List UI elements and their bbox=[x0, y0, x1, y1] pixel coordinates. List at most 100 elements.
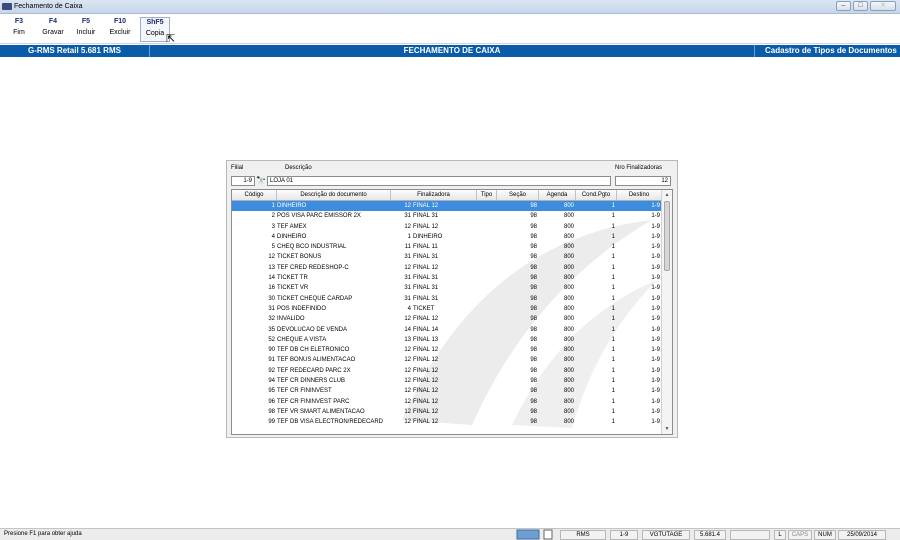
cell-tipo bbox=[477, 407, 497, 417]
descricao-field[interactable]: LOJA 01 bbox=[267, 176, 611, 186]
table-row[interactable]: 4 DINHEIRO 1 DINHEIRO 98 800 1 1-9 bbox=[232, 232, 662, 242]
maximize-button[interactable]: □ bbox=[853, 1, 868, 11]
app-name: G-RMS Retail 5.681 RMS bbox=[0, 45, 150, 57]
filial-field[interactable]: 1-9 bbox=[231, 176, 255, 186]
cell-codigo: 98 bbox=[268, 408, 275, 415]
status-empty bbox=[730, 530, 770, 540]
cell-secao: 98 bbox=[530, 367, 537, 374]
close-button[interactable]: ✕ bbox=[870, 1, 896, 11]
table-row[interactable]: 32 INVALIDO 12 FINAL 12 98 800 1 1-9 bbox=[232, 314, 662, 324]
cell-cond-pgto: 1 bbox=[611, 388, 615, 395]
table-row[interactable]: 91 TEF BONUS ALIMENTACAO 12 FINAL 12 98 800 1 1… bbox=[232, 355, 662, 365]
col-destino[interactable]: Destino bbox=[617, 190, 662, 200]
cell-fin-name: FINAL 12 bbox=[413, 223, 439, 230]
cell-fin-num: 31 bbox=[404, 295, 411, 302]
col-cond-pgto[interactable]: Cond.Pgto bbox=[576, 190, 617, 200]
table-row[interactable]: 3 TEF AMEX 12 FINAL 12 98 800 1 1-9 bbox=[232, 222, 662, 232]
table-row[interactable]: 12 TICKET BONUS 31 FINAL 31 98 800 1 1-9 bbox=[232, 252, 662, 262]
table-row[interactable]: 31 POS INDEFINIDO 4 TICKET 98 800 1 1-9 bbox=[232, 304, 662, 314]
cell-codigo: 16 bbox=[268, 285, 275, 292]
scroll-up-icon[interactable]: ▲ bbox=[662, 190, 672, 200]
table-row[interactable]: 13 TEF CRED REDESHOP-C 12 FINAL 12 98 800 1 1-9 bbox=[232, 263, 662, 273]
scroll-down-icon[interactable]: ▼ bbox=[662, 424, 672, 434]
col-descricao[interactable]: Descrição do documento bbox=[277, 190, 391, 200]
cell-cond-pgto: 1 bbox=[611, 244, 615, 251]
cell-fin-num: 12 bbox=[404, 357, 411, 364]
cell-tipo bbox=[477, 376, 497, 386]
minimize-button[interactable]: – bbox=[836, 1, 851, 11]
status-date: 25/09/2014 bbox=[838, 530, 886, 540]
cell-descricao: TEF CR FININVEST PARC bbox=[277, 398, 350, 405]
table-row[interactable]: 90 TEF DB CH ELETRONICO 12 FINAL 12 98 800 1 1-… bbox=[232, 345, 662, 355]
cell-finalizadora: 12 FINAL 12 bbox=[391, 222, 477, 232]
cell-cond-pgto: 1 bbox=[611, 264, 615, 271]
cell-agenda: 800 bbox=[563, 398, 574, 405]
documents-grid[interactable]: Código Descrição do documento Finalizado… bbox=[231, 189, 673, 435]
nro-finalizadoras-field[interactable]: 12 bbox=[615, 176, 671, 186]
col-secao[interactable]: Seção bbox=[497, 190, 539, 200]
table-row[interactable]: 99 TEF DB VISA ELECTRON/REDECARD 12 FINAL 1… bbox=[232, 417, 662, 427]
cell-tipo bbox=[477, 232, 497, 242]
status-bar: Presione F1 para obter ajuda RMS 1-9 VGT… bbox=[0, 528, 900, 540]
cell-secao: 98 bbox=[530, 388, 537, 395]
descricao-label: Descrição bbox=[285, 165, 312, 171]
table-row[interactable]: 2 POS VISA PARC EMISSOR 2X 31 FINAL 31 98 800… bbox=[232, 211, 662, 221]
cell-destino: 1-9 bbox=[651, 213, 660, 220]
cursor-arrow-icon: ⇱ bbox=[166, 33, 176, 45]
table-row[interactable]: 95 TEF CR FININVEST 12 FINAL 12 98 800 1 1-9 bbox=[232, 386, 662, 396]
copia-key: ShF5 bbox=[146, 19, 164, 26]
app-icon bbox=[2, 3, 12, 10]
cell-codigo: 3 bbox=[271, 223, 275, 230]
table-row[interactable]: 94 TEF CR DINNERS CLUB 12 FINAL 12 98 800 1 1-9 bbox=[232, 376, 662, 386]
cell-codigo: 1 bbox=[271, 203, 275, 209]
excluir-button[interactable]: F10 Excluir bbox=[106, 18, 134, 36]
cell-fin-name: FINAL 31 bbox=[413, 285, 439, 292]
col-codigo[interactable]: Código bbox=[232, 190, 277, 200]
scrollbar-thumb[interactable] bbox=[664, 201, 670, 271]
col-agenda[interactable]: Agenda bbox=[539, 190, 576, 200]
copia-label: Copia bbox=[145, 30, 165, 37]
table-row[interactable]: 5 CHEQ BCO INDUSTRIAL 11 FINAL 11 98 800 1 1-9 bbox=[232, 242, 662, 252]
main-panel: Filial Descrição Nro Finalizadoras 1-9 🔭… bbox=[226, 160, 678, 438]
cell-codigo: 90 bbox=[268, 347, 275, 354]
cell-destino: 1-9 bbox=[651, 233, 660, 240]
binoculars-icon[interactable]: 🔭 bbox=[256, 176, 266, 186]
cell-fin-num: 1 bbox=[407, 233, 411, 240]
table-row[interactable]: 92 TEF REDECARD PARC 2X 12 FINAL 12 98 800 1 1-… bbox=[232, 366, 662, 376]
cell-cond-pgto: 1 bbox=[611, 316, 615, 323]
cell-finalizadora: 12 FINAL 12 bbox=[391, 263, 477, 273]
cell-finalizadora: 11 FINAL 11 bbox=[391, 242, 477, 252]
table-row[interactable]: 52 CHEQUE A VISTA 13 FINAL 13 98 800 1 1-9 bbox=[232, 335, 662, 345]
cell-descricao: CHEQUE A VISTA bbox=[277, 336, 327, 343]
table-row[interactable]: 98 TEF VR SMART ALIMENTACAO 12 FINAL 12 98 80… bbox=[232, 407, 662, 417]
cell-fin-name: FINAL 12 bbox=[413, 203, 439, 209]
cell-tipo bbox=[477, 201, 497, 211]
cell-fin-num: 12 bbox=[404, 347, 411, 354]
cell-fin-num: 4 bbox=[407, 305, 411, 312]
col-finalizadora[interactable]: Finalizadora bbox=[391, 190, 477, 200]
vertical-scrollbar[interactable]: ▲ ▼ bbox=[661, 190, 672, 434]
cell-finalizadora: 12 FINAL 12 bbox=[391, 355, 477, 365]
cell-destino: 1-9 bbox=[651, 223, 660, 230]
incluir-button[interactable]: F5 Incluir bbox=[72, 18, 100, 36]
cell-codigo: 91 bbox=[268, 357, 275, 364]
cell-agenda: 800 bbox=[563, 244, 574, 251]
table-row[interactable]: 14 TICKET TR 31 FINAL 31 98 800 1 1-9 bbox=[232, 273, 662, 283]
cell-fin-num: 12 bbox=[404, 388, 411, 395]
table-row[interactable]: 16 TICKET VR 31 FINAL 31 98 800 1 1-9 bbox=[232, 283, 662, 293]
cell-agenda: 800 bbox=[563, 347, 574, 354]
gravar-button[interactable]: F4 Gravar bbox=[38, 18, 68, 36]
cell-descricao: TEF CRED REDESHOP-C bbox=[277, 264, 349, 271]
col-tipo[interactable]: Tipo bbox=[477, 190, 497, 200]
cell-finalizadora: 12 FINAL 12 bbox=[391, 397, 477, 407]
cell-cond-pgto: 1 bbox=[611, 357, 615, 364]
status-caps: CAPS bbox=[788, 530, 812, 540]
table-row[interactable]: 1 DINHEIRO 12 FINAL 12 98 800 1 1-9 bbox=[232, 201, 662, 212]
table-row[interactable]: 35 DEVOLUCAO DE VENDA 14 FINAL 14 98 800 1 1-9 bbox=[232, 325, 662, 335]
table-row[interactable]: 30 TICKET CHEQUE CARDAP 31 FINAL 31 98 800 1 1-… bbox=[232, 294, 662, 304]
cell-descricao: TICKET CHEQUE CARDAP bbox=[277, 295, 353, 302]
status-help: Presione F1 para obter ajuda bbox=[4, 531, 82, 537]
fim-button[interactable]: F3 Fim bbox=[8, 18, 30, 36]
cell-agenda: 800 bbox=[563, 316, 574, 323]
table-row[interactable]: 96 TEF CR FININVEST PARC 12 FINAL 12 98 800 1 1… bbox=[232, 397, 662, 407]
